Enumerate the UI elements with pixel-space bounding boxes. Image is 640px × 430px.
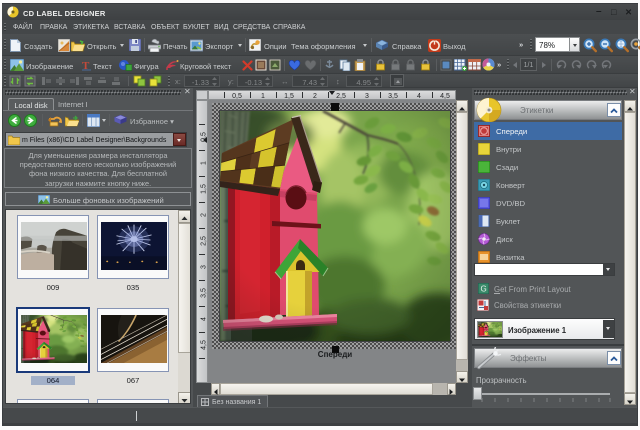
svg-text:2,5: 2,5 [201,236,208,246]
svg-text:4,5: 4,5 [201,340,208,350]
svg-text:G: G [481,285,487,294]
svg-text:0,5: 0,5 [232,93,242,99]
svg-text:4: 4 [417,93,421,99]
svg-text:2: 2 [313,93,317,99]
svg-text:2,5: 2,5 [336,93,346,99]
svg-text:1,5: 1,5 [201,184,208,194]
svg-text:4,5: 4,5 [440,93,450,99]
svg-text:3,5: 3,5 [388,93,398,99]
svg-text:1: 1 [201,161,208,165]
svg-text:3: 3 [365,93,369,99]
svg-text:T: T [82,60,90,71]
svg-text:2: 2 [201,213,208,217]
svg-text:3,5: 3,5 [201,288,208,298]
svg-text:3: 3 [201,265,208,269]
svg-text:1,5: 1,5 [284,93,294,99]
svg-text:4: 4 [201,317,208,321]
svg-text:1: 1 [261,93,265,99]
